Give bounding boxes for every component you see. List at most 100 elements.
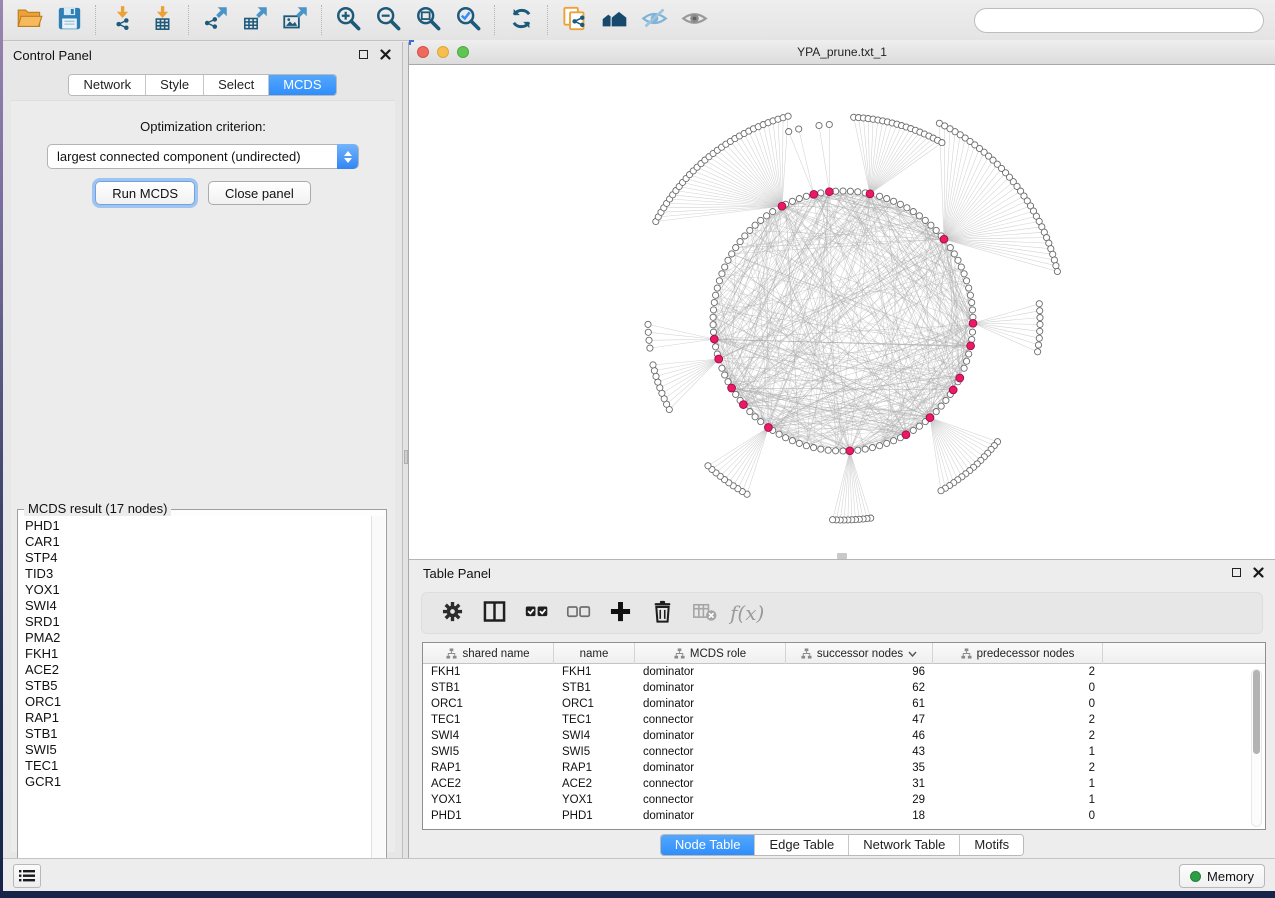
tab-node-table[interactable]: Node Table (661, 835, 756, 855)
tab-style[interactable]: Style (146, 75, 204, 95)
duplicate-network-button[interactable] (554, 3, 594, 37)
table-row[interactable]: PHD1PHD1dominator180 (423, 808, 1265, 824)
add-column-button[interactable] (602, 596, 638, 630)
memory-button[interactable]: Memory (1179, 864, 1265, 888)
toolbar-separator (547, 5, 548, 35)
table-row[interactable]: TEC1TEC1connector472 (423, 712, 1265, 728)
panel-splitter[interactable] (402, 42, 409, 858)
control-panel-close-button[interactable] (378, 47, 392, 61)
mcds-result-item[interactable]: RAP1 (25, 710, 371, 726)
mcds-result-item[interactable]: SWI4 (25, 598, 371, 614)
mcds-result-item[interactable]: ACE2 (25, 662, 371, 678)
table-row[interactable]: ORC1ORC1dominator610 (423, 696, 1265, 712)
table-row[interactable]: YOX1YOX1connector291 (423, 792, 1265, 808)
hide-selected-button[interactable] (634, 3, 674, 37)
panel-list-button[interactable] (13, 864, 41, 888)
window-maximize-icon[interactable] (457, 46, 469, 58)
window-close-icon[interactable] (417, 46, 429, 58)
tab-mcds[interactable]: MCDS (269, 75, 335, 95)
refresh-button[interactable] (501, 3, 541, 37)
table-row[interactable]: FKH1FKH1dominator962 (423, 664, 1265, 680)
zoom-out-button[interactable] (368, 3, 408, 37)
mcds-list-scrollbar[interactable] (371, 516, 385, 874)
network-window-titlebar[interactable]: YPA_prune.txt_1 (409, 40, 1275, 65)
mcds-result-item[interactable]: YOX1 (25, 582, 371, 598)
tab-select[interactable]: Select (204, 75, 269, 95)
tab-motifs[interactable]: Motifs (960, 835, 1023, 855)
cell-predecessor-nodes: 1 (933, 794, 1103, 806)
delete-table-button[interactable] (686, 596, 722, 630)
tab-network-table[interactable]: Network Table (849, 835, 960, 855)
mcds-result-item[interactable]: ORC1 (25, 694, 371, 710)
cell-name: STB1 (554, 682, 635, 694)
import-network-button[interactable] (102, 3, 142, 37)
export-network-button[interactable] (195, 3, 235, 37)
select-all-columns-button[interactable] (518, 596, 554, 630)
export-table-button[interactable] (235, 3, 275, 37)
delete-column-button[interactable] (644, 596, 680, 630)
show-all-button[interactable] (674, 3, 714, 37)
close-panel-button[interactable]: Close panel (208, 181, 311, 205)
cell-MCDS-role: dominator (635, 762, 786, 774)
table-row[interactable]: ACE2ACE2connector311 (423, 776, 1265, 792)
window-minimize-icon[interactable] (437, 46, 449, 58)
table-row[interactable]: RAP1RAP1dominator352 (423, 760, 1265, 776)
column-header-successor-nodes[interactable]: successor nodes (786, 643, 933, 664)
zoom-fit-icon (415, 5, 442, 35)
import-table-button[interactable] (142, 3, 182, 37)
mcds-result-item[interactable]: FKH1 (25, 646, 371, 662)
mcds-result-item[interactable]: SRD1 (25, 614, 371, 630)
mcds-result-item[interactable]: TID3 (25, 566, 371, 582)
table-scrollbar-thumb[interactable] (1253, 670, 1260, 754)
refresh-icon (508, 5, 535, 35)
save-session-button[interactable] (49, 3, 89, 37)
cell-shared-name: ACE2 (423, 778, 554, 790)
table-panel-float-button[interactable] (1229, 565, 1243, 579)
mcds-result-item[interactable]: STB1 (25, 726, 371, 742)
app-window: Control Panel NetworkStyleSelectMCDS Opt… (3, 0, 1275, 891)
cell-shared-name: ORC1 (423, 698, 554, 710)
mcds-result-item[interactable]: STB5 (25, 678, 371, 694)
run-mcds-button[interactable]: Run MCDS (95, 181, 195, 205)
zoom-out-icon (375, 5, 402, 35)
mcds-result-item[interactable]: TEC1 (25, 758, 371, 774)
table-panel-close-button[interactable] (1251, 565, 1265, 579)
mcds-result-item[interactable]: SWI5 (25, 742, 371, 758)
column-header-shared-name[interactable]: shared name (423, 643, 554, 664)
tab-edge-table[interactable]: Edge Table (755, 835, 849, 855)
open-file-button[interactable] (9, 3, 49, 37)
cell-predecessor-nodes: 0 (933, 810, 1103, 822)
zoom-in-button[interactable] (328, 3, 368, 37)
table-row[interactable]: SWI5SWI5connector431 (423, 744, 1265, 760)
table-options-button[interactable] (434, 596, 470, 630)
unselect-all-columns-button[interactable] (560, 596, 596, 630)
column-header-MCDS-role[interactable]: MCDS role (635, 643, 786, 664)
column-header-name[interactable]: name (554, 643, 635, 664)
search-input[interactable] (974, 8, 1264, 33)
network-canvas[interactable] (409, 65, 1275, 559)
unselect-all-columns-icon (565, 598, 592, 628)
first-neighbors-button[interactable] (594, 3, 634, 37)
zoom-selected-button[interactable] (448, 3, 488, 37)
control-panel-float-button[interactable] (356, 47, 370, 61)
duplicate-network-icon (561, 5, 588, 35)
column-header-predecessor-nodes[interactable]: predecessor nodes (933, 643, 1103, 664)
mcds-result-item[interactable]: CAR1 (25, 534, 371, 550)
function-builder-button[interactable]: f(x) (728, 596, 764, 630)
table-row[interactable]: STB1STB1dominator620 (423, 680, 1265, 696)
criterion-select[interactable]: largest connected component (undirected) (47, 144, 359, 169)
import-network-icon (109, 5, 136, 35)
close-icon (380, 49, 391, 60)
mcds-result-list[interactable]: PHD1CAR1STP4TID3YOX1SWI4SRD1PMA2FKH1ACE2… (19, 516, 371, 874)
tab-network[interactable]: Network (69, 75, 146, 95)
delete-table-icon (691, 598, 718, 628)
mcds-result-item[interactable]: PMA2 (25, 630, 371, 646)
mcds-result-item[interactable]: GCR1 (25, 774, 371, 790)
table-row[interactable]: SWI4SWI4dominator462 (423, 728, 1265, 744)
table-scrollbar[interactable] (1251, 669, 1262, 827)
zoom-fit-button[interactable] (408, 3, 448, 37)
mcds-result-item[interactable]: STP4 (25, 550, 371, 566)
export-image-button[interactable] (275, 3, 315, 37)
mcds-result-item[interactable]: PHD1 (25, 518, 371, 534)
show-columns-button[interactable] (476, 596, 512, 630)
